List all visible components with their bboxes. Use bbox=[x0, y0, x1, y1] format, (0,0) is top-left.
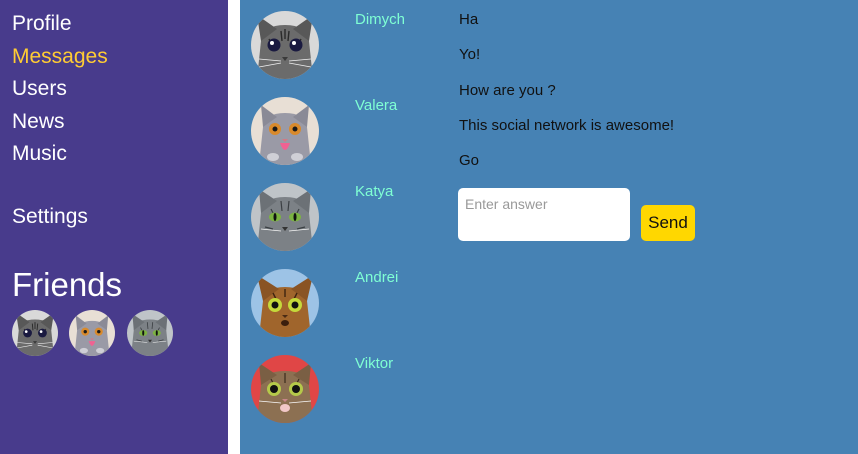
nav-messages[interactable]: Messages bbox=[12, 45, 108, 69]
dialog-avatar[interactable] bbox=[251, 97, 319, 165]
pink-tongue-kitten-icon bbox=[251, 97, 319, 165]
message-item: Ha bbox=[459, 11, 479, 28]
dialog-avatar[interactable] bbox=[251, 11, 319, 79]
dialog-name-dimych[interactable]: Dimych bbox=[355, 11, 405, 29]
answer-input[interactable] bbox=[458, 188, 630, 241]
surprised-orange-cat-icon bbox=[251, 269, 319, 337]
dialog-name-valera[interactable]: Valera bbox=[355, 97, 397, 115]
nav-settings[interactable]: Settings bbox=[12, 205, 88, 229]
nav-news[interactable]: News bbox=[12, 110, 65, 134]
nav-users[interactable]: Users bbox=[12, 77, 67, 101]
friend-avatar[interactable] bbox=[12, 310, 58, 356]
friend-avatar[interactable] bbox=[127, 310, 173, 356]
friend-avatar[interactable] bbox=[69, 310, 115, 356]
dialog-avatar[interactable] bbox=[251, 183, 319, 251]
message-item: Yo! bbox=[459, 46, 481, 63]
sidebar: Profile Messages Users News Music Settin… bbox=[0, 0, 228, 454]
nav-profile[interactable]: Profile bbox=[12, 12, 72, 36]
dialog-name-viktor[interactable]: Viktor bbox=[355, 355, 393, 373]
message-item: Go bbox=[459, 152, 480, 169]
shocked-cat-icon bbox=[251, 355, 319, 423]
friends-title: Friends bbox=[12, 266, 123, 303]
dialog-avatar[interactable] bbox=[251, 355, 319, 423]
green-eyed-cat-icon bbox=[127, 310, 173, 356]
message-item: This social network is awesome! bbox=[459, 117, 675, 134]
green-eyed-cat-icon bbox=[251, 183, 319, 251]
gray-tabby-cat-icon bbox=[251, 11, 319, 79]
message-item: How are you ? bbox=[459, 82, 556, 99]
dialog-avatar[interactable] bbox=[251, 269, 319, 337]
dialog-name-andrei[interactable]: Andrei bbox=[355, 269, 398, 287]
messages-page: Dimych Valera Katya Andrei Viktor Ha Yo!… bbox=[240, 0, 858, 454]
gray-tabby-cat-icon bbox=[12, 310, 58, 356]
nav-music[interactable]: Music bbox=[12, 142, 67, 166]
send-button[interactable]: Send bbox=[641, 205, 695, 241]
pink-tongue-kitten-icon bbox=[69, 310, 115, 356]
dialog-name-katya[interactable]: Katya bbox=[355, 183, 393, 201]
